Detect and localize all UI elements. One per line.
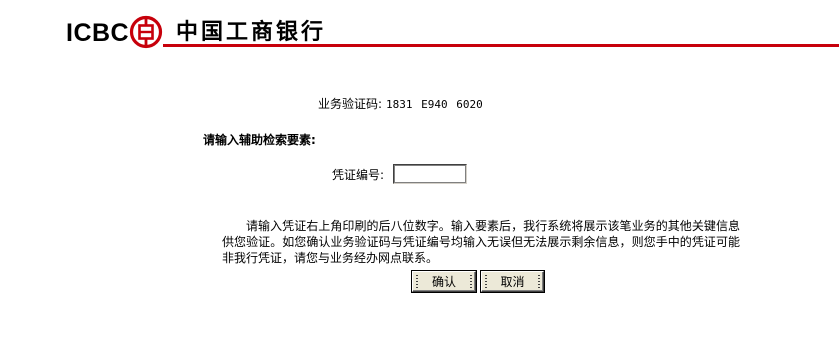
button-grip-left <box>485 275 487 288</box>
header-divider <box>163 44 839 47</box>
confirm-button-label: 确认 <box>431 274 456 289</box>
cancel-button[interactable]: 取消 <box>481 271 544 292</box>
page-header: ICBC 中国工商银行 <box>0 0 839 50</box>
verification-code-row: 业务验证码: 1831 E940 6020 <box>318 96 483 113</box>
instruction-notice: 请输入凭证右上角印刷的后八位数字。输入要素后，我行系统将展示该笔业务的其他关键信… <box>222 219 740 265</box>
confirm-button[interactable]: 确认 <box>412 271 476 292</box>
voucher-number-input[interactable] <box>393 164 467 184</box>
button-grip-right <box>470 275 472 288</box>
search-section-title: 请输入辅助检索要素: <box>203 133 316 147</box>
verification-code-value: 1831 E940 6020 <box>386 98 483 111</box>
voucher-number-label: 凭证编号: <box>332 168 385 182</box>
verification-code-label: 业务验证码: <box>318 97 383 111</box>
icbc-logo-icon <box>129 15 163 49</box>
button-grip-right <box>538 275 540 288</box>
cancel-button-label: 取消 <box>500 274 525 289</box>
button-grip-left <box>416 275 418 288</box>
icbc-logo-text: ICBC <box>66 19 130 47</box>
